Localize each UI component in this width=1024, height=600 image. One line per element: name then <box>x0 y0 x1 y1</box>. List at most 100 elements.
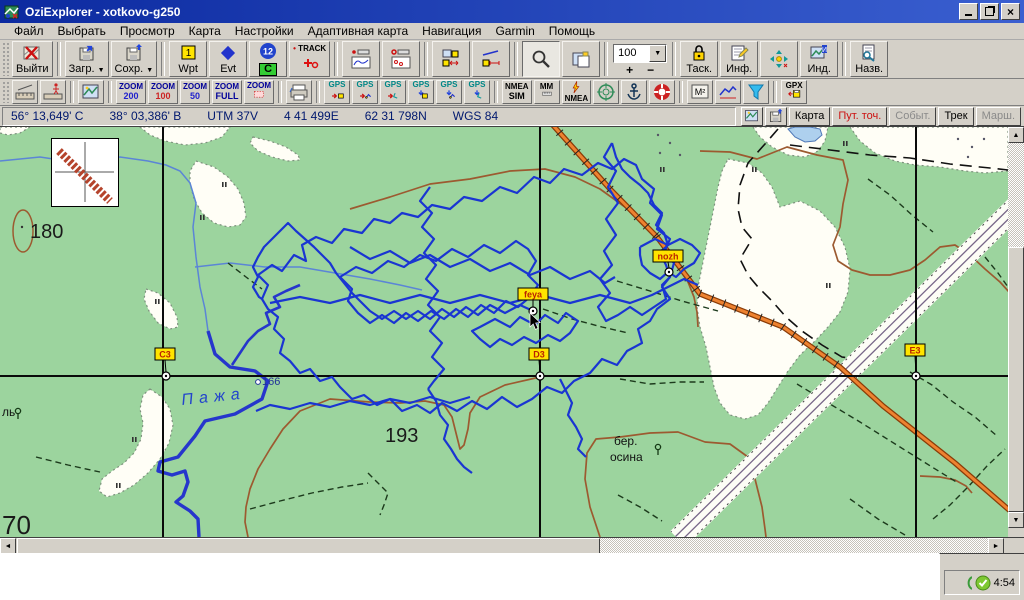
zoom-200-button[interactable]: ZOOM200 <box>116 80 146 104</box>
vertical-scrollbar[interactable]: ▲ ▼ <box>1008 127 1024 537</box>
hscroll-track[interactable] <box>600 538 988 554</box>
names-search-button[interactable]: Назв. <box>850 41 888 77</box>
anchor-alarm-button[interactable] <box>621 80 647 104</box>
area-button[interactable]: M² <box>687 80 713 104</box>
gpx-button[interactable]: GPX <box>781 80 807 104</box>
show-track-button[interactable] <box>342 41 380 77</box>
scroll-left-button[interactable]: ◄ <box>0 538 16 554</box>
minimize-button[interactable] <box>959 3 978 20</box>
track-line-button[interactable] <box>472 41 510 77</box>
waypoint-marker-dot <box>915 375 917 377</box>
tab-map[interactable]: Карта <box>789 107 830 126</box>
zoom-tool-button-icon <box>528 49 554 69</box>
profile-button[interactable] <box>715 80 741 104</box>
map-overview-inset[interactable] <box>51 138 119 207</box>
menu-item-garmin[interactable]: Garmin <box>495 24 534 38</box>
menu-item-settings[interactable]: Настройки <box>235 24 294 38</box>
waypoint-button[interactable]: 1Wpt <box>169 41 207 77</box>
chevron-down-icon[interactable]: ▼ <box>649 45 666 62</box>
event-button[interactable]: Evt <box>209 41 247 77</box>
button-label: Таск. <box>686 64 712 75</box>
position-button[interactable] <box>593 80 619 104</box>
menu-item-adaptive-map[interactable]: Адаптивная карта <box>308 24 409 38</box>
index-button[interactable]: ИИнд. <box>800 41 838 77</box>
vscroll-thumb[interactable] <box>1008 247 1024 512</box>
restore-icon <box>985 7 994 16</box>
zoom-tool-button[interactable] <box>522 41 560 77</box>
zoom-window-button-icon: ZOOM <box>247 82 271 103</box>
waypoint-names-button[interactable] <box>432 41 470 77</box>
gps-send-waypoints-button[interactable]: GPS <box>324 80 350 104</box>
tray-partial-icon[interactable] <box>962 575 972 591</box>
menu-bar: Файл Выбрать Просмотр Карта Настройки Адаптив… <box>0 23 1024 40</box>
scroll-up-button[interactable]: ▲ <box>1008 127 1024 143</box>
restore-button[interactable] <box>980 3 999 20</box>
show-track-button-icon <box>351 49 371 69</box>
measure-button[interactable] <box>40 80 66 104</box>
print-button[interactable] <box>286 80 312 104</box>
svg-text:1: 1 <box>186 48 192 59</box>
nmea-sim-button[interactable]: NMEASIM <box>502 80 532 104</box>
zoom-50-button[interactable]: ZOOM50 <box>180 80 210 104</box>
menu-item-select[interactable]: Выбрать <box>58 24 106 38</box>
exit-button-icon <box>22 43 42 63</box>
map-view-button[interactable] <box>562 41 600 77</box>
gps-get-route-button[interactable]: GPS <box>464 80 490 104</box>
zoom-full-button[interactable]: ZOOMFULL <box>212 80 242 104</box>
area-button-icon: M² <box>690 82 710 102</box>
zoom-in-button[interactable]: + <box>626 65 633 75</box>
save-position-button[interactable] <box>765 107 787 126</box>
info-button[interactable]: Инф. <box>720 41 758 77</box>
menu-item-help[interactable]: Помощь <box>549 24 595 38</box>
gps-get-waypoints-button[interactable]: GPS <box>408 80 434 104</box>
print-button-icon <box>289 82 309 102</box>
tab-waypoints[interactable]: Пут. точ. <box>832 107 887 126</box>
horizontal-scrollbar[interactable]: ◄ ► <box>0 537 1024 553</box>
map-canvas[interactable]: C3D3E3feyanozh18019370166Пажабер.осиналь <box>0 127 1008 537</box>
button-label: Инд. <box>807 64 830 75</box>
taskbar-clock[interactable]: 4:54 <box>994 577 1015 589</box>
map-image-button[interactable] <box>741 107 763 126</box>
task-button[interactable]: Таск. <box>680 41 718 77</box>
hscroll-thumb[interactable] <box>17 538 600 554</box>
vscroll-track[interactable] <box>1008 143 1024 247</box>
map-area[interactable]: C3D3E3feyanozh18019370166Пажабер.осиналь… <box>0 127 1024 537</box>
track-button[interactable]: • TRACK <box>289 41 330 77</box>
scroll-down-button[interactable]: ▼ <box>1008 512 1024 528</box>
antivirus-check-icon[interactable] <box>975 575 991 591</box>
pan-button[interactable] <box>760 41 798 77</box>
menu-item-map[interactable]: Карта <box>189 24 221 38</box>
title-bar[interactable]: OziExplorer - xotkovo-g250 × <box>0 0 1024 23</box>
zoom-100-button[interactable]: ZOOM100 <box>148 80 178 104</box>
show-waypoints-button[interactable] <box>382 41 420 77</box>
gps-send-route-button[interactable]: GPS <box>380 80 406 104</box>
meadow-mark <box>846 141 848 146</box>
moving-map-button[interactable]: MM <box>534 80 560 104</box>
nmea-button[interactable]: NMEA <box>562 80 592 104</box>
filter-button[interactable] <box>743 80 769 104</box>
toolbar-separator <box>161 42 165 76</box>
menu-item-view[interactable]: Просмотр <box>120 24 175 38</box>
gps-send-track-button-icon: GPS <box>355 81 375 103</box>
zoom-out-button[interactable]: − <box>647 65 654 75</box>
menu-item-file[interactable]: Файл <box>14 24 44 38</box>
close-button[interactable]: × <box>1001 3 1020 20</box>
gps-send-track-button[interactable]: GPS <box>352 80 378 104</box>
distance-button[interactable] <box>12 80 38 104</box>
save-button-icon <box>124 43 144 63</box>
exit-button[interactable]: Выйти <box>12 41 53 77</box>
system-tray[interactable]: 4:54 <box>944 570 1020 595</box>
tab-track[interactable]: Трек <box>938 107 973 126</box>
toolbar-grip[interactable] <box>2 42 9 76</box>
scroll-right-button[interactable]: ► <box>988 538 1004 554</box>
image-button[interactable] <box>78 80 104 104</box>
load-button[interactable]: Загр. ▼ <box>65 41 109 77</box>
gps-get-track-button[interactable]: GPS <box>436 80 462 104</box>
toolbar-grip[interactable] <box>2 81 9 103</box>
menu-item-navigation[interactable]: Навигация <box>422 24 481 38</box>
zoom-level-field[interactable]: 100▼ <box>613 44 667 63</box>
comment-button[interactable]: 12C <box>249 41 287 77</box>
mob-button[interactable] <box>649 80 675 104</box>
save-button[interactable]: Сохр. ▼ <box>111 41 158 77</box>
zoom-window-button[interactable]: ZOOM <box>244 80 274 104</box>
